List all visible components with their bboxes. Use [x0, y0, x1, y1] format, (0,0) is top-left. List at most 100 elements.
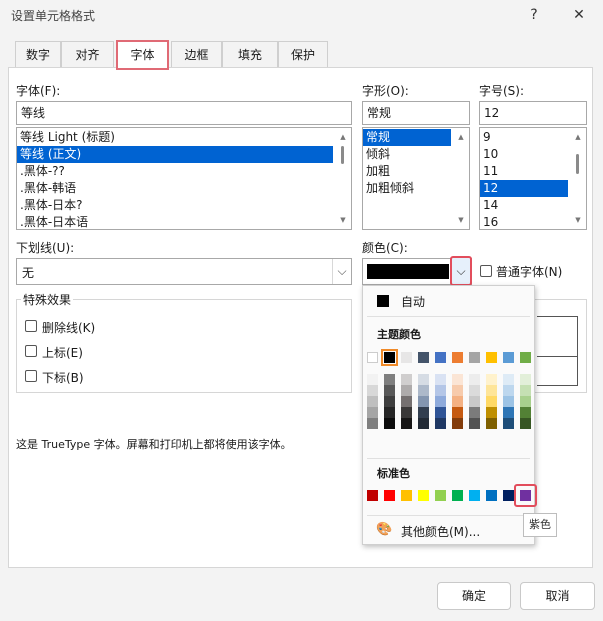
- theme-shade-swatch[interactable]: [435, 396, 446, 407]
- theme-shade-swatch[interactable]: [418, 374, 429, 385]
- scroll-up-icon[interactable]: ▲: [570, 130, 586, 144]
- theme-shade-swatch[interactable]: [401, 374, 412, 385]
- scroll-up-icon[interactable]: ▲: [335, 130, 351, 144]
- subscript-checkbox[interactable]: [25, 370, 37, 382]
- size-input[interactable]: 12: [479, 101, 587, 125]
- list-item[interactable]: 加粗: [363, 163, 451, 180]
- theme-shade-swatch[interactable]: [469, 418, 480, 429]
- theme-shade-swatch[interactable]: [367, 396, 378, 407]
- theme-shade-swatch[interactable]: [435, 374, 446, 385]
- theme-shade-swatch[interactable]: [367, 374, 378, 385]
- list-item[interactable]: .黑体-韩语: [17, 180, 333, 197]
- scroll-up-icon[interactable]: ▲: [453, 130, 469, 144]
- theme-color-swatch[interactable]: [520, 352, 531, 363]
- tab-font[interactable]: 字体: [116, 40, 169, 70]
- standard-color-swatch[interactable]: [384, 490, 395, 501]
- list-item[interactable]: 10: [480, 146, 568, 163]
- theme-shade-swatch[interactable]: [401, 407, 412, 418]
- chevron-down-icon[interactable]: ⌵: [332, 259, 351, 284]
- size-list-scrollbar[interactable]: ▲ ▼: [570, 128, 586, 229]
- theme-color-swatch[interactable]: [435, 352, 446, 363]
- theme-shade-swatch[interactable]: [486, 385, 497, 396]
- close-button[interactable]: ✕: [559, 0, 599, 30]
- theme-shade-swatch[interactable]: [503, 418, 514, 429]
- more-colors-option[interactable]: 其他颜色(M)...: [401, 523, 480, 540]
- list-item[interactable]: 14: [480, 197, 568, 214]
- theme-shade-swatch[interactable]: [367, 407, 378, 418]
- theme-shade-swatch[interactable]: [418, 407, 429, 418]
- list-item[interactable]: 等线 Light (标题): [17, 129, 333, 146]
- scroll-down-icon[interactable]: ▼: [453, 213, 469, 227]
- theme-shade-swatch[interactable]: [486, 374, 497, 385]
- theme-shade-swatch[interactable]: [452, 407, 463, 418]
- theme-shade-swatch[interactable]: [452, 418, 463, 429]
- theme-shade-swatch[interactable]: [418, 418, 429, 429]
- theme-color-swatch[interactable]: [381, 349, 398, 366]
- standard-color-swatch[interactable]: [486, 490, 497, 501]
- standard-color-swatch[interactable]: [503, 490, 514, 501]
- theme-shade-swatch[interactable]: [469, 385, 480, 396]
- standard-color-swatch[interactable]: [367, 490, 378, 501]
- list-item[interactable]: 9: [480, 129, 568, 146]
- normal-font-checkbox[interactable]: [480, 265, 492, 277]
- list-item[interactable]: .黑体-??: [17, 163, 333, 180]
- theme-shade-swatch[interactable]: [452, 385, 463, 396]
- auto-color-option[interactable]: 自动: [401, 293, 425, 310]
- theme-shade-swatch[interactable]: [401, 385, 412, 396]
- theme-shade-swatch[interactable]: [452, 374, 463, 385]
- standard-color-swatch[interactable]: [418, 490, 429, 501]
- standard-color-swatch[interactable]: [452, 490, 463, 501]
- theme-shade-swatch[interactable]: [486, 418, 497, 429]
- theme-shade-swatch[interactable]: [486, 407, 497, 418]
- superscript-checkbox[interactable]: [25, 345, 37, 357]
- theme-shade-swatch[interactable]: [435, 407, 446, 418]
- theme-shade-swatch[interactable]: [503, 385, 514, 396]
- theme-shade-swatch[interactable]: [384, 418, 395, 429]
- font-input[interactable]: 等线: [16, 101, 352, 125]
- tab-number[interactable]: 数字: [15, 41, 61, 68]
- theme-color-swatch[interactable]: [452, 352, 463, 363]
- theme-shade-swatch[interactable]: [418, 396, 429, 407]
- theme-shade-swatch[interactable]: [384, 407, 395, 418]
- tab-fill[interactable]: 填充: [222, 41, 278, 68]
- tab-protection[interactable]: 保护: [278, 41, 328, 68]
- theme-color-swatch[interactable]: [401, 352, 412, 363]
- theme-shade-swatch[interactable]: [486, 396, 497, 407]
- theme-shade-swatch[interactable]: [520, 396, 531, 407]
- style-list[interactable]: 常规 倾斜 加粗 加粗倾斜 ▲ ▼: [362, 127, 470, 230]
- theme-shade-swatch[interactable]: [435, 385, 446, 396]
- list-item[interactable]: 加粗倾斜: [363, 180, 451, 197]
- list-item[interactable]: 11: [480, 163, 568, 180]
- size-list[interactable]: 9 10 11 12 14 16 ▲ ▼: [479, 127, 587, 230]
- list-item-selected[interactable]: 等线 (正文): [17, 146, 333, 163]
- standard-color-swatch[interactable]: [435, 490, 446, 501]
- theme-shade-swatch[interactable]: [452, 396, 463, 407]
- theme-shade-swatch[interactable]: [435, 418, 446, 429]
- scroll-thumb[interactable]: [341, 146, 344, 164]
- theme-color-swatch[interactable]: [367, 352, 378, 363]
- style-list-scrollbar[interactable]: ▲ ▼: [453, 128, 469, 229]
- theme-shade-swatch[interactable]: [384, 374, 395, 385]
- font-list[interactable]: 等线 Light (标题) 等线 (正文) .黑体-?? .黑体-韩语 .黑体-…: [16, 127, 352, 230]
- standard-color-swatch[interactable]: [401, 490, 412, 501]
- theme-color-swatch[interactable]: [469, 352, 480, 363]
- theme-color-swatch[interactable]: [418, 352, 429, 363]
- theme-shade-swatch[interactable]: [367, 418, 378, 429]
- theme-shade-swatch[interactable]: [418, 385, 429, 396]
- theme-shade-swatch[interactable]: [367, 385, 378, 396]
- style-input[interactable]: 常规: [362, 101, 470, 125]
- list-item[interactable]: 倾斜: [363, 146, 451, 163]
- list-item[interactable]: .黑体-日本语: [17, 214, 333, 229]
- theme-shade-swatch[interactable]: [384, 396, 395, 407]
- theme-shade-swatch[interactable]: [520, 374, 531, 385]
- list-item-selected[interactable]: 常规: [363, 129, 451, 146]
- theme-shade-swatch[interactable]: [401, 396, 412, 407]
- theme-shade-swatch[interactable]: [401, 418, 412, 429]
- theme-shade-swatch[interactable]: [384, 385, 395, 396]
- tab-border[interactable]: 边框: [171, 41, 222, 68]
- theme-shade-swatch[interactable]: [469, 396, 480, 407]
- theme-color-swatch[interactable]: [503, 352, 514, 363]
- theme-shade-swatch[interactable]: [469, 407, 480, 418]
- theme-shade-swatch[interactable]: [503, 407, 514, 418]
- ok-button[interactable]: 确定: [437, 582, 511, 610]
